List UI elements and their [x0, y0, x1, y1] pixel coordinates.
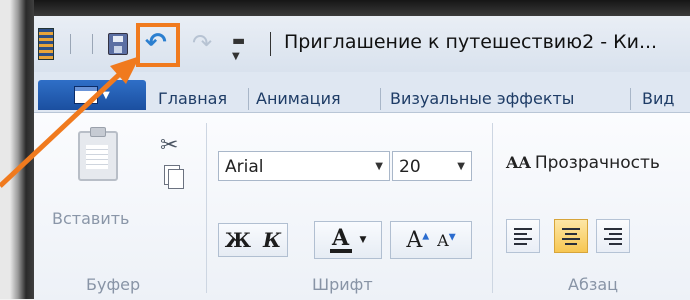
annotation-arrow-line	[0, 68, 126, 188]
annotation-arrow	[0, 56, 140, 188]
